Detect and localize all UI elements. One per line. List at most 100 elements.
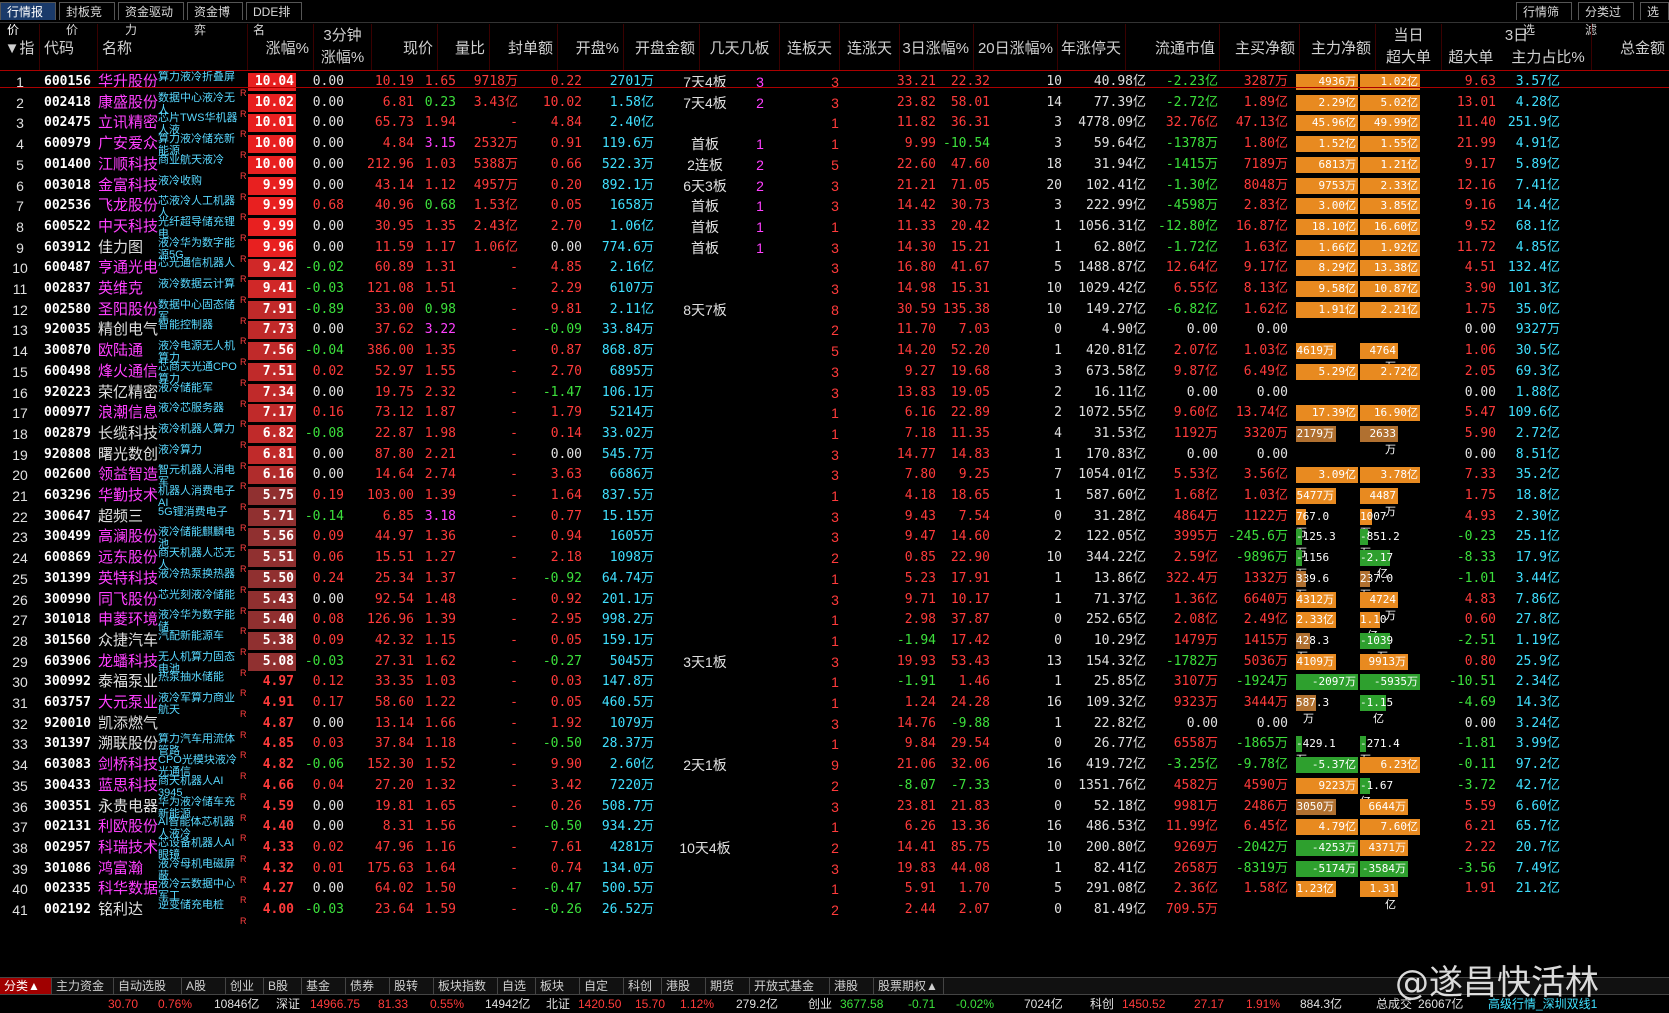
stock-code[interactable]: 000977 [44,402,98,424]
header-seal-amount[interactable]: 封单额 [490,24,558,70]
stock-name[interactable]: 科瑞技术 [98,837,160,859]
bottom-tab[interactable]: 自选 [498,978,536,994]
stock-code[interactable]: 002536 [44,195,98,217]
stock-code[interactable]: 301086 [44,858,98,880]
table-row[interactable]: 25 301399 英特科技 液冷热泵换热器 R 5.50 0.24 25.34 1.37- -0… [0,568,1669,601]
stock-name[interactable]: 申菱环境 [98,609,160,631]
stock-name[interactable]: 永贵电器 [98,796,160,818]
header-price[interactable]: 现价 [372,24,438,70]
tab-quote-filter[interactable]: 行情筛选 [1516,2,1572,37]
table-row[interactable]: 12 002580 圣阳股份 数据中心固态储军 R 7.91 -0.89 33.00 0.98-… [0,299,1669,326]
bottom-tab[interactable]: 股转▲ [390,978,434,1009]
table-row[interactable]: 38 002957 科瑞技术 芯设备机器人AI眼镜 R 4.33 0.02 47.96 1.16… [0,837,1669,864]
stock-name[interactable]: 广安爱众 [98,133,160,155]
stock-name[interactable]: 华勤技术 [98,485,160,507]
stock-name[interactable]: 凯添燃气 [98,713,160,735]
stock-name[interactable]: 英维克 [98,278,160,300]
bottom-tab[interactable]: 主力资金 [52,978,114,994]
stock-name[interactable]: 超频三 [98,506,160,528]
stock-code[interactable]: 920035 [44,319,98,341]
stock-code[interactable]: 300990 [44,589,98,611]
stock-name[interactable]: 精创电气 [98,319,160,341]
stock-code[interactable]: 300433 [44,775,98,797]
table-row[interactable]: 19 920808 曙光数创 液冷算力 R 6.81 0.00 87.80 2.21-0.00 5… [0,444,1669,471]
table-row[interactable]: 27 301018 申菱环境 液冷华为数字能储 R 5.40 0.08 126.96 1.39-… [0,609,1669,642]
table-row[interactable]: 34 603083 剑桥科技 CPO光模块液冷光通信 R 4.82 -0.06 152.30 1… [0,754,1669,781]
table-row[interactable]: 32 920010 凯添燃气 R 4.87 0.00 13.14 1.66-1.92 1079万… [0,713,1669,740]
header-3d-group[interactable]: 3日 超大单 主力占比% [1442,24,1592,70]
table-row[interactable]: 5 001400 江顺科技 商业航天液冷 R 10.00 0.00 212.96 1.03 538… [0,154,1669,181]
table-row[interactable]: 22 300647 超频三 5G锂消费电子 R 5.71 -0.14 6.85 3.18-0.7… [0,506,1669,539]
table-row[interactable]: 3 002475 立讯精密 芯片TWS华机器人液 R 10.01 0.00 65.73 1.94… [0,112,1669,139]
table-row[interactable]: 23 300499 高澜股份 液冷储能麒麟电池 R 5.56 0.09 44.97 1.36-0… [0,526,1669,559]
table-row[interactable]: 36 300351 永贵电器 华为液冷储车充新能源 R 4.59 0.00 19.81 1.65… [0,796,1669,823]
stock-code[interactable]: 301018 [44,609,98,631]
stock-code[interactable]: 603757 [44,692,98,714]
bottom-tab[interactable]: 板块指数 [434,978,498,994]
stock-name[interactable]: 铭利达 [98,899,160,921]
bottom-tab[interactable]: 基金▲ [302,978,346,1009]
stock-name[interactable]: 圣阳股份 [98,299,160,321]
table-row[interactable]: 18 002879 长缆科技 液冷机器人算力 R 6.82 -0.08 22.87 1.98-0… [0,423,1669,456]
stock-code[interactable]: 300351 [44,796,98,818]
stock-name[interactable]: 金富科技 [98,175,160,197]
stock-code[interactable]: 002879 [44,423,98,445]
table-row[interactable]: 41 002192 铭利达 逆变储充电桩 R 4.00 -0.03 23.64 1.59 - -0.… [0,899,1669,926]
stock-code[interactable]: 300647 [44,506,98,528]
bottom-tab[interactable]: 创业 [226,978,264,994]
header-year-limit[interactable]: 年涨停天 [1058,24,1126,70]
stock-name[interactable]: 飞龙股份 [98,195,160,217]
header-name[interactable]: 名称 [98,24,248,70]
bottom-tab[interactable]: 开放式基金▲ [750,978,830,1009]
bottom-tab[interactable]: 港股通 [830,978,874,1009]
stock-code[interactable]: 002580 [44,299,98,321]
table-row[interactable]: 17 000977 浪潮信息 液冷芯服务器 R 7.17 0.16 73.12 1.87-1.7… [0,402,1669,429]
sort-header[interactable]: ▼指 [0,24,40,70]
stock-code[interactable]: 920808 [44,444,98,466]
stock-name[interactable]: 众捷汽车 [98,630,160,652]
table-row[interactable]: 24 600869 远东股份 商天机器人芯无人 R 5.51 0.06 15.51 1.27-2… [0,547,1669,580]
stock-code[interactable]: 603296 [44,485,98,507]
stock-code[interactable]: 603906 [44,651,98,673]
header-change-pct[interactable]: 涨幅% [248,24,314,70]
table-row[interactable]: 13 920035 精创电气 智能控制器 R 7.73 0.00 37.62 3.22- -0.0… [0,319,1669,346]
stock-code[interactable]: 920010 [44,713,98,735]
stock-code[interactable]: 603083 [44,754,98,776]
stock-code[interactable]: 002837 [44,278,98,300]
tab-quotes[interactable]: 行情报价 [0,2,56,37]
table-row[interactable]: 33 301397 溯联股份 算力汽车用流体管路 R 4.85 0.03 37.84 1.18-… [0,733,1669,766]
stock-name[interactable]: 烽火通信 [98,361,160,383]
bottom-tab[interactable]: 港股▲ [662,978,706,1009]
stock-code[interactable]: 002192 [44,899,98,921]
table-row[interactable]: 14 300870 欧陆通 液冷电源无人机算力 R 7.56 -0.04 386.00 1.35… [0,340,1669,373]
tab-seal-auction[interactable]: 封板竞价 [59,2,115,37]
stock-name[interactable]: 浪潮信息 [98,402,160,424]
stock-name[interactable]: 高澜股份 [98,526,160,548]
bottom-tab[interactable]: 股票期权▲ [874,978,944,994]
stock-code[interactable]: 600487 [44,257,98,279]
stock-code[interactable]: 600522 [44,216,98,238]
table-row[interactable]: 4 600979 广安爱众 算力液冷储充新能源 R 10.00 0.00 4.84 3.15 25… [0,133,1669,160]
stock-name[interactable]: 远东股份 [98,547,160,569]
header-consec-up[interactable]: 连涨天 [840,24,900,70]
bottom-tab[interactable]: 分类▲ [0,978,52,994]
bottom-tab[interactable]: B股 [264,978,302,994]
header-today-super[interactable]: 当日 超大单 [1376,24,1442,70]
table-row[interactable]: 26 300990 同飞股份 芯光刻液冷储能 R 5.43 0.00 92.54 1.48-0.… [0,589,1669,622]
table-row[interactable]: 8 600522 中天科技 光纤超导储充锂电 R 9.99 0.00 30.95 1.35 2.4… [0,216,1669,243]
stock-name[interactable]: 欧陆通 [98,340,160,362]
stock-name[interactable]: 亨通光电 [98,257,160,279]
stock-name[interactable]: 溯联股份 [98,733,160,755]
header-open-amount[interactable]: 开盘金额 [624,24,700,70]
table-row[interactable]: 10 600487 亨通光电 芯光通信机器人 R 9.42 -0.02 60.89 1.31-4… [0,257,1669,284]
table-row[interactable]: 15 600498 烽火通信 芯商天光通CPO算力 R 7.51 0.02 52.97 1.55… [0,361,1669,388]
stock-name[interactable]: 鸿富瀚 [98,858,160,880]
stock-code[interactable]: 600869 [44,547,98,569]
table-row[interactable]: 37 002131 利欧股份 AI智能体芯机器人液冷 R 4.40 0.00 8.31 1.56… [0,816,1669,843]
bottom-tab[interactable]: 科创 [624,978,662,994]
stock-name[interactable]: 科华数据 [98,878,160,900]
table-row[interactable]: 30 300992 泰福泵业 热泵抽水储能 R 4.97 0.12 33.35 1.03-0.0… [0,671,1669,698]
bottom-tab[interactable]: 自动选股▲ [114,978,182,1009]
stock-code[interactable]: 300499 [44,526,98,548]
tab-fund-game[interactable]: 资金博弈 [187,2,243,37]
